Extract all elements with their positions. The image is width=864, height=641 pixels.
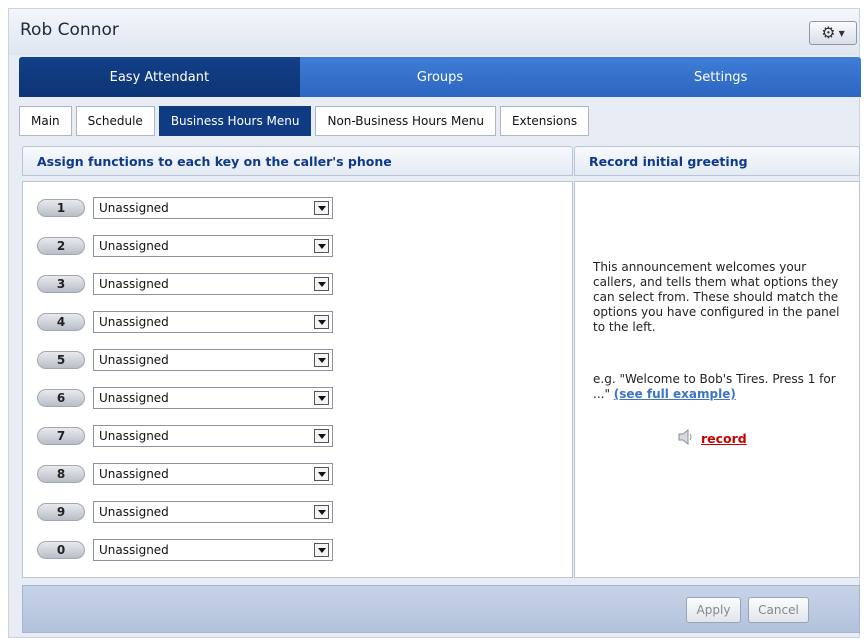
panel-title: Assign functions to each key on the call…	[37, 153, 392, 169]
select-value: Unassigned	[99, 543, 169, 557]
see-full-example-link[interactable]: (see full example)	[614, 387, 736, 401]
select-value: Unassigned	[99, 505, 169, 519]
key-function-select[interactable]: Unassigned	[93, 539, 333, 561]
dropdown-arrow-icon	[314, 315, 329, 329]
key-assignment-panel: 1 Unassigned 2 Unassigned 3 Unassigned 4…	[22, 181, 573, 578]
greeting-panel: This announcement welcomes your callers,…	[574, 181, 860, 578]
record-control: record	[677, 428, 747, 448]
gear-icon: ⚙	[821, 23, 836, 42]
dropdown-arrow-icon	[314, 239, 329, 253]
greeting-header: Record initial greeting	[574, 146, 860, 176]
dropdown-arrow-icon	[314, 353, 329, 367]
chevron-down-icon: ▼	[838, 28, 845, 38]
key-function-select[interactable]: Unassigned	[93, 235, 333, 257]
key-function-select[interactable]: Unassigned	[93, 311, 333, 333]
dropdown-arrow-icon	[314, 277, 329, 291]
nav-label: Settings	[694, 69, 748, 85]
key-function-select[interactable]: Unassigned	[93, 501, 333, 523]
key-badge: 9	[37, 503, 85, 521]
select-value: Unassigned	[99, 467, 169, 481]
nav-label: Groups	[416, 69, 464, 85]
nav-groups[interactable]: Groups	[299, 57, 581, 97]
key-badge: 2	[37, 237, 85, 255]
select-value: Unassigned	[99, 315, 169, 329]
key-row: 5 Unassigned	[37, 348, 333, 372]
panel-title: Record initial greeting	[589, 153, 748, 169]
footer-bar: Apply Cancel	[22, 585, 860, 633]
dropdown-arrow-icon	[314, 467, 329, 481]
window-title: Rob Connor	[20, 20, 119, 40]
select-value: Unassigned	[99, 353, 169, 367]
key-row: 6 Unassigned	[37, 386, 333, 410]
key-row: 4 Unassigned	[37, 310, 333, 334]
main-nav: Easy Attendant Groups Settings	[19, 57, 861, 97]
tab-main[interactable]: Main	[19, 106, 72, 136]
apply-button[interactable]: Apply	[686, 597, 741, 623]
key-row: 0 Unassigned	[37, 538, 333, 562]
dropdown-arrow-icon	[314, 201, 329, 215]
nav-easy-attendant[interactable]: Easy Attendant	[19, 57, 300, 97]
key-function-select[interactable]: Unassigned	[93, 425, 333, 447]
tab-non-business-hours-menu[interactable]: Non-Business Hours Menu	[315, 106, 496, 136]
key-badge: 4	[37, 313, 85, 331]
key-badge: 1	[37, 199, 85, 217]
select-value: Unassigned	[99, 239, 169, 253]
key-row: 8 Unassigned	[37, 462, 333, 486]
key-function-select[interactable]: Unassigned	[93, 349, 333, 371]
app-window: Rob Connor ⚙ ▼ Easy Attendant Groups Set…	[8, 8, 861, 638]
record-link[interactable]: record	[701, 431, 747, 446]
select-value: Unassigned	[99, 201, 169, 215]
key-function-select[interactable]: Unassigned	[93, 273, 333, 295]
greeting-example: e.g. "Welcome to Bob's Tires. Press 1 fo…	[593, 372, 849, 402]
select-value: Unassigned	[99, 277, 169, 291]
title-bar: Rob Connor ⚙ ▼	[9, 9, 859, 55]
key-badge: 5	[37, 351, 85, 369]
greeting-description: This announcement welcomes your callers,…	[593, 260, 840, 334]
cancel-button[interactable]: Cancel	[748, 597, 809, 623]
key-assignment-header: Assign functions to each key on the call…	[22, 146, 573, 176]
key-row: 1 Unassigned	[37, 196, 333, 220]
dropdown-arrow-icon	[314, 543, 329, 557]
key-badge: 0	[37, 541, 85, 559]
key-row: 7 Unassigned	[37, 424, 333, 448]
dropdown-arrow-icon	[314, 429, 329, 443]
dropdown-arrow-icon	[314, 505, 329, 519]
nav-label: Easy Attendant	[109, 69, 210, 85]
sub-tabs: Main Schedule Business Hours Menu Non-Bu…	[19, 106, 590, 136]
select-value: Unassigned	[99, 391, 169, 405]
key-row: 3 Unassigned	[37, 272, 333, 296]
speaker-icon	[677, 428, 695, 448]
select-value: Unassigned	[99, 429, 169, 443]
key-badge: 7	[37, 427, 85, 445]
tab-extensions[interactable]: Extensions	[499, 106, 590, 136]
key-function-select[interactable]: Unassigned	[93, 463, 333, 485]
key-row: 2 Unassigned	[37, 234, 333, 258]
tab-business-hours-menu[interactable]: Business Hours Menu	[158, 106, 312, 136]
nav-settings[interactable]: Settings	[580, 57, 861, 97]
tab-schedule[interactable]: Schedule	[75, 106, 155, 136]
key-badge: 3	[37, 275, 85, 293]
key-row: 9 Unassigned	[37, 500, 333, 524]
key-function-select[interactable]: Unassigned	[93, 197, 333, 219]
key-function-select[interactable]: Unassigned	[93, 387, 333, 409]
key-badge: 8	[37, 465, 85, 483]
dropdown-arrow-icon	[314, 391, 329, 405]
settings-menu-button[interactable]: ⚙ ▼	[809, 21, 857, 45]
key-badge: 6	[37, 389, 85, 407]
